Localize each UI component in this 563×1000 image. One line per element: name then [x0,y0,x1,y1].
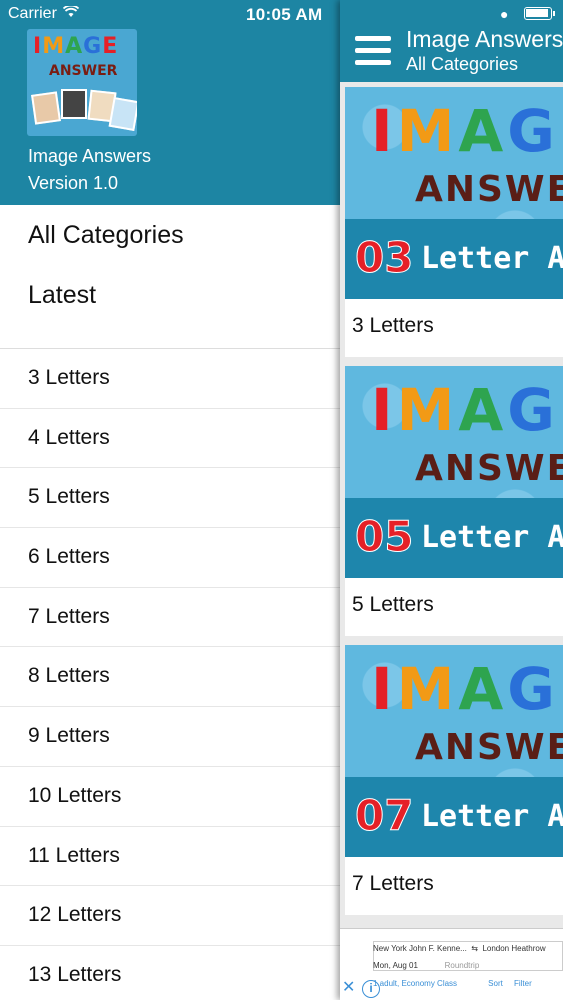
drawer-item-3-letters[interactable]: 3 Letters [0,349,340,409]
banner-number: 03 [354,233,414,283]
banner-answer: ANSWER [415,448,563,489]
banner-title: IMAGE [371,655,563,723]
card-banner: IMAGE ANSWER 03 Letter Answ [345,87,563,299]
logo-answer-text: ANSWER [49,63,118,79]
nav-subtitle: All Categories [406,54,519,74]
drawer-item-7-letters[interactable]: 7 Letters [0,588,340,648]
drawer-item-9-letters[interactable]: 9 Letters [0,707,340,767]
main-panel: ● Image Answers All Categories IMAGE ANS… [340,0,563,1000]
drawer-item-6-letters[interactable]: 6 Letters [0,528,340,588]
navigation-drawer: Carrier 10:05 AM IMAGE ANSWER Image Answ… [0,0,340,1000]
category-card-5[interactable]: IMAGE ANSWER 05 Letter Answ 5 Letters [345,366,563,636]
category-card-3[interactable]: IMAGE ANSWER 03 Letter Answ 3 Letters [345,87,563,357]
wifi-icon [62,4,80,23]
banner-number: 05 [354,512,414,562]
card-label: 3 Letters [352,314,434,337]
banner-title: IMAGE [371,376,563,444]
card-label: 5 Letters [352,593,434,616]
drawer-item-8-letters[interactable]: 8 Letters [0,647,340,708]
drawer-item-10-letters[interactable]: 10 Letters [0,767,340,827]
ad-date: Mon, Aug 01 Roundtrip [373,961,480,970]
drawer-item-latest[interactable]: Latest [0,265,340,325]
signal-icon: ● [500,6,509,22]
ad-close-icon[interactable]: ✕ [342,980,355,996]
app-logo: IMAGE ANSWER [27,29,137,136]
banner-subtitle: Letter Answ [421,520,563,555]
banner-subtitle: Letter Answ [421,241,563,276]
drawer-letter-list: 3 Letters 4 Letters 5 Letters 6 Letters … [0,349,340,1000]
logo-image-text: IMAGE [33,34,119,59]
status-carrier: Carrier [8,4,80,23]
banner-answer: ANSWER [415,169,563,210]
banner-title: IMAGE [371,97,563,165]
drawer-item-4-letters[interactable]: 4 Letters [0,409,340,469]
menu-icon[interactable] [355,36,391,66]
banner-number: 07 [354,791,414,841]
drawer-header: Carrier 10:05 AM IMAGE ANSWER Image Answ… [0,0,340,205]
drawer-item-11-letters[interactable]: 11 Letters [0,827,340,887]
card-label: 7 Letters [352,872,434,895]
card-banner: IMAGE ANSWER 05 Letter Answ [345,366,563,578]
app-name: Image Answers [28,146,152,166]
logo-photo [108,96,137,132]
card-banner: IMAGE ANSWER 07 Letter Answ [345,645,563,857]
banner-answer: ANSWER [415,727,563,768]
app-version: Version 1.0 [28,173,119,193]
drawer-item-12-letters[interactable]: 12 Letters [0,886,340,946]
drawer-item-all-categories[interactable]: All Categories [0,205,340,265]
drawer-top-menu: All Categories Latest [0,205,340,325]
ad-class: 1 adult, Economy Class Sort Filter [373,979,532,988]
nav-bar: ● Image Answers All Categories [340,0,563,82]
logo-photo [61,89,87,119]
drawer-item-13-letters[interactable]: 13 Letters [0,946,340,1000]
drawer-item-5-letters[interactable]: 5 Letters [0,468,340,529]
logo-photo [31,91,61,125]
carrier-label: Carrier [8,5,57,22]
status-time: 10:05 AM [246,5,323,24]
category-card-7[interactable]: IMAGE ANSWER 07 Letter Answ 7 Letters [345,645,563,915]
banner-subtitle: Letter Answ [421,799,563,834]
battery-icon [524,7,555,20]
ad-info-icon[interactable]: i [362,980,380,998]
nav-title: Image Answers [406,26,563,52]
ad-from: New York John F. Kenne... ⇆ London Heath… [373,944,546,953]
